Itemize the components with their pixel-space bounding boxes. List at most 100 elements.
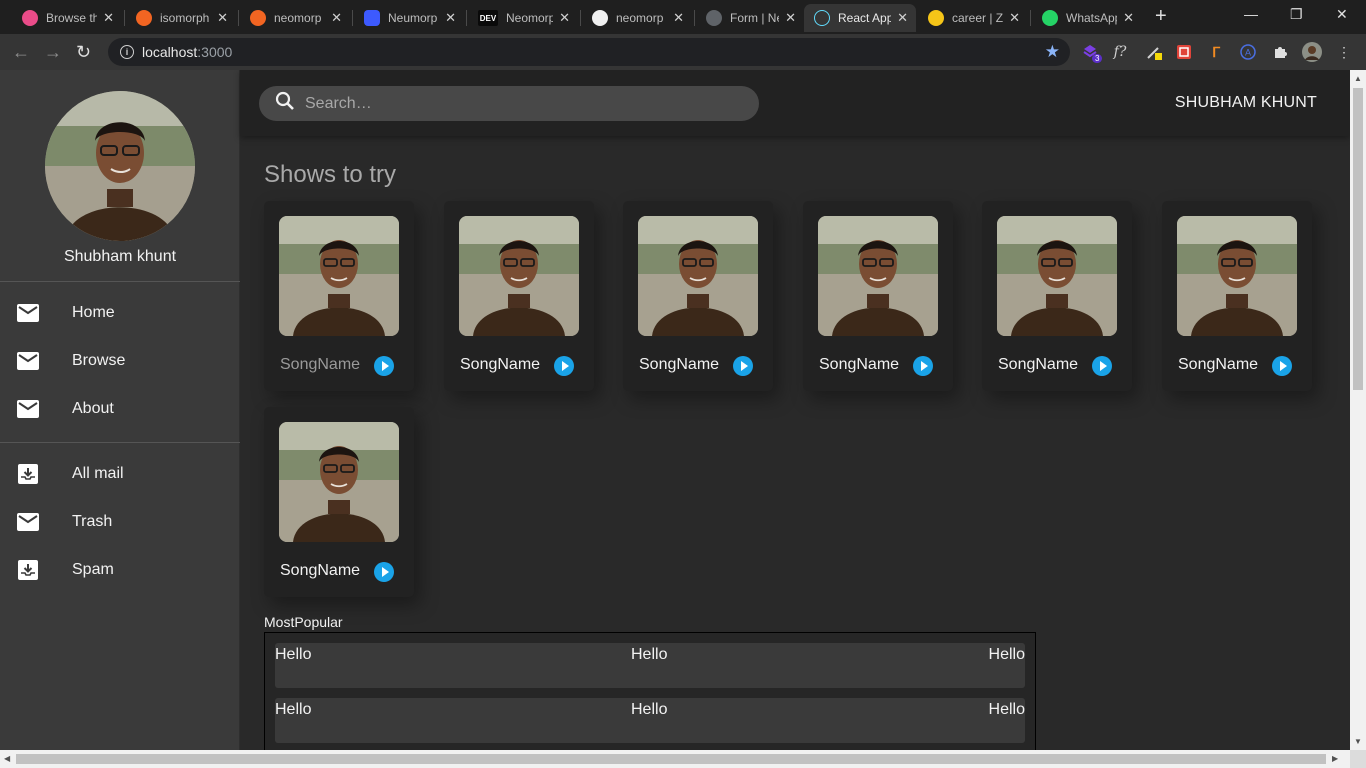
forward-icon[interactable]: → <box>44 42 62 62</box>
close-tab-icon[interactable]: ✕ <box>103 10 114 26</box>
show-card[interactable]: SongName <box>264 407 414 597</box>
horizontal-scrollbar[interactable]: ◀ ▶ <box>0 750 1366 768</box>
vertical-scrollbar[interactable]: ▲ ▼ <box>1350 70 1366 750</box>
search-input[interactable]: Search… <box>305 95 372 113</box>
search-icon <box>275 91 295 116</box>
play-icon[interactable] <box>554 356 574 376</box>
minimize-icon[interactable]: — <box>1244 6 1258 22</box>
tab-title: WhatsApp <box>1066 11 1118 25</box>
show-thumbnail <box>997 216 1117 336</box>
restore-icon[interactable]: ❐ <box>1290 6 1303 23</box>
scroll-right-icon[interactable]: ▶ <box>1332 754 1338 763</box>
formula-extension-icon[interactable]: f? <box>1110 42 1130 62</box>
scroll-up-icon[interactable]: ▲ <box>1354 74 1362 83</box>
tab-title: Neomorp <box>506 11 554 25</box>
play-icon[interactable] <box>1092 356 1112 376</box>
close-window-icon[interactable]: ✕ <box>1336 6 1348 23</box>
search-bar[interactable]: Search… <box>259 86 759 121</box>
grid-extension-icon[interactable] <box>1174 42 1194 62</box>
scrollbar-thumb[interactable] <box>16 754 1326 764</box>
close-tab-icon[interactable]: ✕ <box>1123 10 1134 26</box>
user-name[interactable]: SHUBHAM KHUNT <box>1175 94 1317 112</box>
profile-avatar-icon[interactable] <box>1302 42 1322 62</box>
tab-7[interactable]: React App ✕ <box>804 4 916 32</box>
address-bar[interactable]: i localhost :3000 ★ <box>108 38 1070 66</box>
tab-3[interactable]: Neumorp ✕ <box>354 4 464 32</box>
back-icon[interactable]: ← <box>12 42 30 62</box>
mail-icon <box>17 350 39 372</box>
list-cell: Hello <box>275 646 312 663</box>
song-name: SongName <box>1178 356 1259 373</box>
show-card[interactable]: SongName <box>982 201 1132 391</box>
tab-4[interactable]: DEV Neomorp ✕ <box>468 4 578 32</box>
tab-0[interactable]: Browse th ✕ <box>12 4 122 32</box>
extension-icon[interactable]: 3 <box>1080 42 1103 63</box>
hook-extension-icon[interactable]: ᒥ <box>1206 42 1226 62</box>
close-tab-icon[interactable]: ✕ <box>331 10 342 26</box>
sidebar-item-label: About <box>72 400 114 417</box>
list-item[interactable]: Hello Hello Hello <box>275 643 1025 688</box>
play-icon[interactable] <box>1272 356 1292 376</box>
profile-avatar <box>45 91 195 241</box>
sidebar-item-trash[interactable]: Trash <box>0 500 240 544</box>
circle-a-extension-icon[interactable]: A <box>1238 42 1258 62</box>
tab-6[interactable]: Form | Ne ✕ <box>696 4 804 32</box>
most-popular-title: MostPopular <box>264 614 343 630</box>
play-icon[interactable] <box>913 356 933 376</box>
close-tab-icon[interactable]: ✕ <box>673 10 684 26</box>
show-card[interactable]: SongName <box>444 201 594 391</box>
close-tab-icon[interactable]: ✕ <box>217 10 228 26</box>
tab-title: isomorph <box>160 11 210 25</box>
github-favicon-icon <box>592 10 608 26</box>
sidebar-item-browse[interactable]: Browse <box>0 339 240 383</box>
close-tab-icon[interactable]: ✕ <box>897 10 908 26</box>
app-bar: Search… SHUBHAM KHUNT <box>240 70 1350 136</box>
extension-badge: 3 <box>1092 54 1103 63</box>
list-cell: Hello <box>988 701 1025 718</box>
scrollbar-corner <box>1350 750 1366 768</box>
close-tab-icon[interactable]: ✕ <box>559 10 570 26</box>
sidebar-item-home[interactable]: Home <box>0 291 240 335</box>
sidebar-item-all-mail[interactable]: All mail <box>0 452 240 496</box>
scroll-down-icon[interactable]: ▼ <box>1354 737 1362 746</box>
puzzle-extensions-icon[interactable] <box>1270 42 1290 62</box>
show-card[interactable]: SongName <box>1162 201 1312 391</box>
mail-icon <box>17 398 39 420</box>
show-card[interactable]: SongName <box>803 201 953 391</box>
close-tab-icon[interactable]: ✕ <box>785 10 796 26</box>
tab-title: Browse th <box>46 11 98 25</box>
reload-icon[interactable]: ↻ <box>76 42 91 62</box>
list-cell: Hello <box>631 646 668 663</box>
play-icon[interactable] <box>374 356 394 376</box>
bookmark-star-icon[interactable]: ★ <box>1045 42 1060 62</box>
new-tab-icon[interactable]: + <box>1155 6 1167 26</box>
show-card[interactable]: SongName <box>264 201 414 391</box>
scrollbar-thumb[interactable] <box>1353 88 1363 390</box>
tab-title: React App <box>838 11 892 25</box>
tab-8[interactable]: career | Z ✕ <box>918 4 1028 32</box>
pen-extension-icon[interactable] <box>1144 42 1164 62</box>
sidebar-item-spam[interactable]: Spam <box>0 548 240 592</box>
sidebar-item-about[interactable]: About <box>0 387 240 431</box>
tab-title: neomorp <box>616 11 664 25</box>
profile-name: Shubham khunt <box>63 248 177 265</box>
close-tab-icon[interactable]: ✕ <box>445 10 456 26</box>
react-favicon-icon <box>814 10 830 26</box>
scroll-left-icon[interactable]: ◀ <box>4 754 10 763</box>
site-info-icon[interactable]: i <box>120 45 134 59</box>
tab-2[interactable]: neomorp ✕ <box>240 4 350 32</box>
browser-menu-icon[interactable]: ⋮ <box>1334 42 1354 62</box>
sidebar-item-label: Spam <box>72 561 114 578</box>
tab-5[interactable]: neomorp ✕ <box>582 4 692 32</box>
show-card[interactable]: SongName <box>623 201 773 391</box>
play-icon[interactable] <box>733 356 753 376</box>
list-cell: Hello <box>631 701 668 718</box>
list-item[interactable]: Hello Hello Hello <box>275 698 1025 743</box>
list-cell: Hello <box>988 646 1025 663</box>
play-icon[interactable] <box>374 562 394 582</box>
tab-1[interactable]: isomorph ✕ <box>126 4 236 32</box>
tab-9[interactable]: WhatsApp ✕ <box>1032 4 1142 32</box>
tab-title: Form | Ne <box>730 11 780 25</box>
svg-text:A: A <box>1245 48 1251 58</box>
close-tab-icon[interactable]: ✕ <box>1009 10 1020 26</box>
